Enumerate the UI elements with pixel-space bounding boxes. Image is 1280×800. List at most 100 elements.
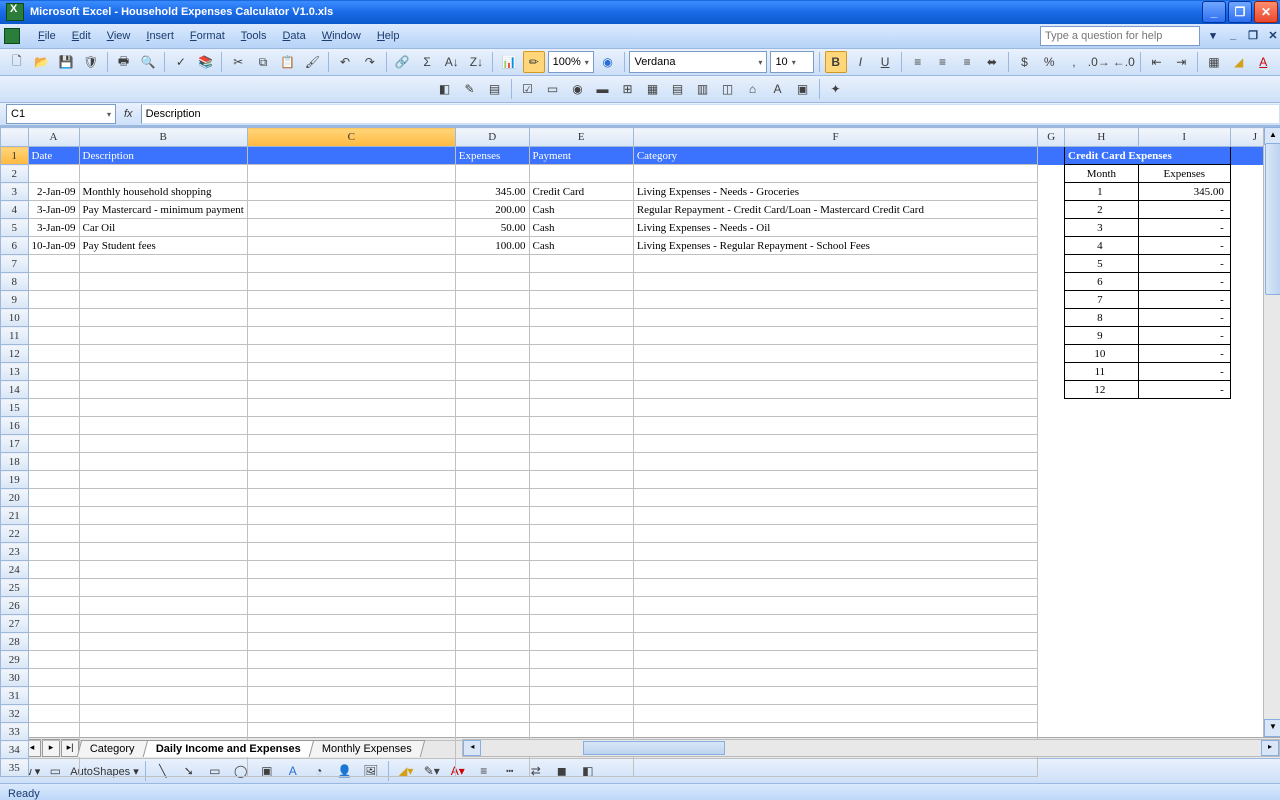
- cell[interactable]: [1038, 291, 1065, 309]
- scroll-thumb[interactable]: [1265, 143, 1280, 295]
- cell[interactable]: [633, 255, 1038, 273]
- cell[interactable]: 6: [1065, 273, 1139, 291]
- hyperlink-icon[interactable]: 🔗: [392, 51, 414, 73]
- tool-icon[interactable]: ◫: [717, 78, 739, 100]
- cell[interactable]: [28, 273, 79, 291]
- cell[interactable]: [28, 489, 79, 507]
- row-header[interactable]: 33: [1, 723, 29, 741]
- cell[interactable]: [247, 273, 455, 291]
- col-header-C[interactable]: C: [247, 128, 455, 147]
- cell[interactable]: [247, 165, 455, 183]
- tool-icon[interactable]: ✦: [825, 78, 847, 100]
- cell[interactable]: [247, 201, 455, 219]
- cell[interactable]: [247, 615, 455, 633]
- bold-button[interactable]: B: [825, 51, 847, 73]
- cell[interactable]: [529, 417, 633, 435]
- cell[interactable]: [529, 489, 633, 507]
- row-header[interactable]: 3: [1, 183, 29, 201]
- cell[interactable]: [633, 507, 1038, 525]
- cell[interactable]: [79, 309, 247, 327]
- row-header[interactable]: 19: [1, 471, 29, 489]
- tool-icon[interactable]: ✎: [459, 78, 481, 100]
- tool-icon[interactable]: ▥: [692, 78, 714, 100]
- name-box[interactable]: C1▾: [6, 104, 116, 124]
- cell[interactable]: [1065, 615, 1139, 633]
- print-preview-icon[interactable]: 🔍: [137, 51, 159, 73]
- cell[interactable]: [529, 453, 633, 471]
- row-header[interactable]: 28: [1, 633, 29, 651]
- menu-insert[interactable]: Insert: [138, 28, 182, 44]
- row-header[interactable]: 27: [1, 615, 29, 633]
- scroll-down-icon[interactable]: ▼: [1264, 719, 1280, 737]
- cell[interactable]: [1065, 651, 1139, 669]
- cell[interactable]: [633, 579, 1038, 597]
- cell[interactable]: [455, 723, 529, 741]
- cell[interactable]: Car Oil: [79, 219, 247, 237]
- cell[interactable]: [1038, 165, 1065, 183]
- cell[interactable]: Expenses: [1138, 165, 1230, 183]
- cell[interactable]: [1038, 489, 1065, 507]
- cell[interactable]: [79, 561, 247, 579]
- cell[interactable]: [28, 561, 79, 579]
- cell[interactable]: [28, 435, 79, 453]
- cell[interactable]: [28, 741, 79, 759]
- cell[interactable]: [633, 327, 1038, 345]
- row-header[interactable]: 15: [1, 399, 29, 417]
- cell[interactable]: [79, 597, 247, 615]
- cell[interactable]: [1038, 345, 1065, 363]
- cell[interactable]: [1065, 525, 1139, 543]
- col-header-H[interactable]: H: [1065, 128, 1139, 147]
- cell[interactable]: [1038, 363, 1065, 381]
- cell[interactable]: [79, 705, 247, 723]
- cell[interactable]: 345.00: [1138, 183, 1230, 201]
- cell[interactable]: [247, 561, 455, 579]
- cell[interactable]: [455, 579, 529, 597]
- cell[interactable]: [28, 165, 79, 183]
- cell[interactable]: Pay Student fees: [79, 237, 247, 255]
- cell[interactable]: [79, 633, 247, 651]
- cell[interactable]: Credit Card: [529, 183, 633, 201]
- cell[interactable]: [455, 759, 529, 777]
- cell[interactable]: [1138, 723, 1230, 741]
- cell[interactable]: [247, 363, 455, 381]
- tool-icon[interactable]: ▣: [792, 78, 814, 100]
- cell[interactable]: [28, 687, 79, 705]
- spreadsheet-grid[interactable]: ABCDEFGHIJ1DateDescriptionExpensesPaymen…: [0, 126, 1280, 737]
- cell[interactable]: [247, 183, 455, 201]
- cell[interactable]: [529, 561, 633, 579]
- autosum-icon[interactable]: Σ: [416, 51, 438, 73]
- cell[interactable]: [529, 633, 633, 651]
- cell[interactable]: [28, 345, 79, 363]
- cell[interactable]: [79, 165, 247, 183]
- row-header[interactable]: 26: [1, 597, 29, 615]
- new-icon[interactable]: 🗋: [6, 51, 28, 73]
- row-header[interactable]: 16: [1, 417, 29, 435]
- copy-icon[interactable]: ⧉: [252, 51, 274, 73]
- row-header[interactable]: 22: [1, 525, 29, 543]
- cell[interactable]: Cash: [529, 219, 633, 237]
- cell[interactable]: [79, 525, 247, 543]
- row-header[interactable]: 8: [1, 273, 29, 291]
- cell[interactable]: [79, 543, 247, 561]
- tool-icon[interactable]: ▦: [642, 78, 664, 100]
- cell[interactable]: [1138, 597, 1230, 615]
- menu-view[interactable]: View: [99, 28, 139, 44]
- cell[interactable]: [247, 669, 455, 687]
- cell[interactable]: [247, 147, 455, 165]
- cell[interactable]: [529, 597, 633, 615]
- cell[interactable]: [247, 255, 455, 273]
- borders-icon[interactable]: ▦: [1203, 51, 1225, 73]
- row-header[interactable]: 18: [1, 453, 29, 471]
- cell[interactable]: [633, 309, 1038, 327]
- cell[interactable]: [1038, 471, 1065, 489]
- fx-icon[interactable]: fx: [124, 108, 133, 120]
- cell[interactable]: Pay Mastercard - minimum payment: [79, 201, 247, 219]
- spelling-icon[interactable]: ✓: [170, 51, 192, 73]
- cell[interactable]: [529, 165, 633, 183]
- row-header[interactable]: 24: [1, 561, 29, 579]
- cell[interactable]: [455, 507, 529, 525]
- cell[interactable]: [79, 669, 247, 687]
- cell[interactable]: [1138, 453, 1230, 471]
- cell[interactable]: 9: [1065, 327, 1139, 345]
- cell[interactable]: -: [1138, 327, 1230, 345]
